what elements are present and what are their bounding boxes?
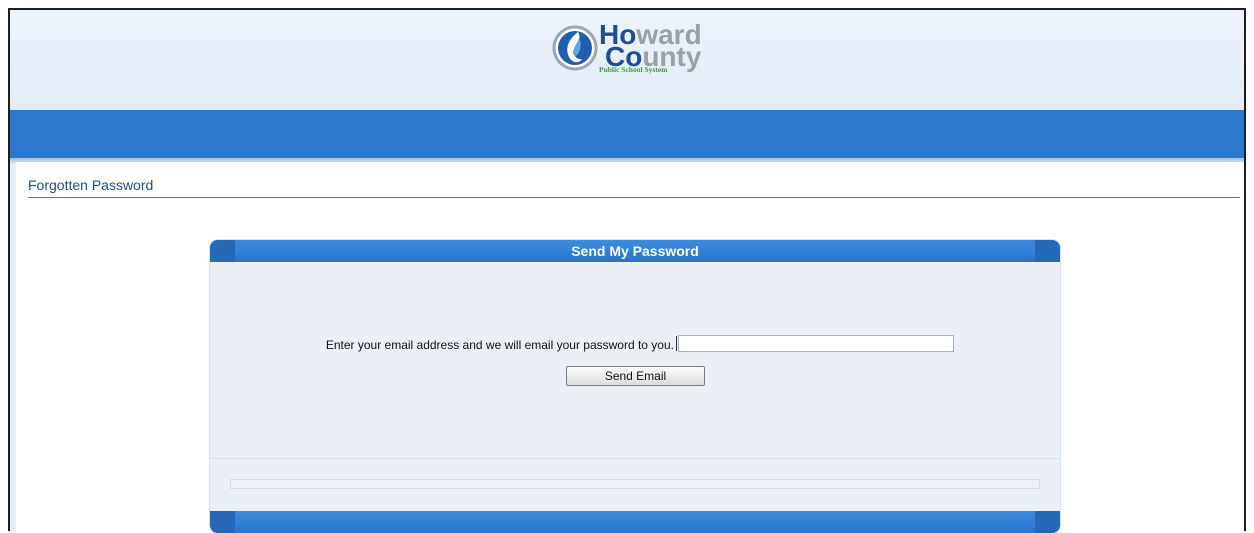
panel-header: Send My Password [210, 240, 1060, 262]
title-divider [28, 197, 1240, 198]
send-email-button[interactable]: Send Email [566, 366, 705, 386]
status-strip [230, 479, 1040, 489]
site-header: Howard County Public School System [10, 10, 1244, 110]
flame-globe-icon [552, 25, 598, 71]
browser-page-frame: Howard County Public School System Forgo… [8, 8, 1246, 533]
panel-separator [210, 458, 1060, 459]
panel-footer-left-edge [210, 511, 235, 533]
page-title: Forgotten Password [28, 177, 154, 193]
send-password-panel: Send My Password Enter your email addres… [210, 240, 1060, 533]
logo-tagline: Public School System [599, 65, 668, 74]
email-field[interactable] [678, 335, 954, 352]
navigation-bar [10, 110, 1244, 158]
email-prompt-row: Enter your email address and we will ema… [210, 333, 1060, 355]
panel-header-right-edge [1035, 240, 1060, 262]
email-prompt-label: Enter your email address and we will ema… [325, 338, 674, 352]
panel-footer [210, 511, 1060, 533]
howard-county-logo[interactable]: Howard County Public School System [551, 19, 731, 77]
panel-header-left-edge [210, 240, 235, 262]
panel-footer-right-edge [1035, 511, 1060, 533]
text-cursor [676, 336, 677, 351]
panel-title: Send My Password [571, 243, 699, 259]
main-content: Forgotten Password Send My Password Ente… [16, 162, 1244, 533]
